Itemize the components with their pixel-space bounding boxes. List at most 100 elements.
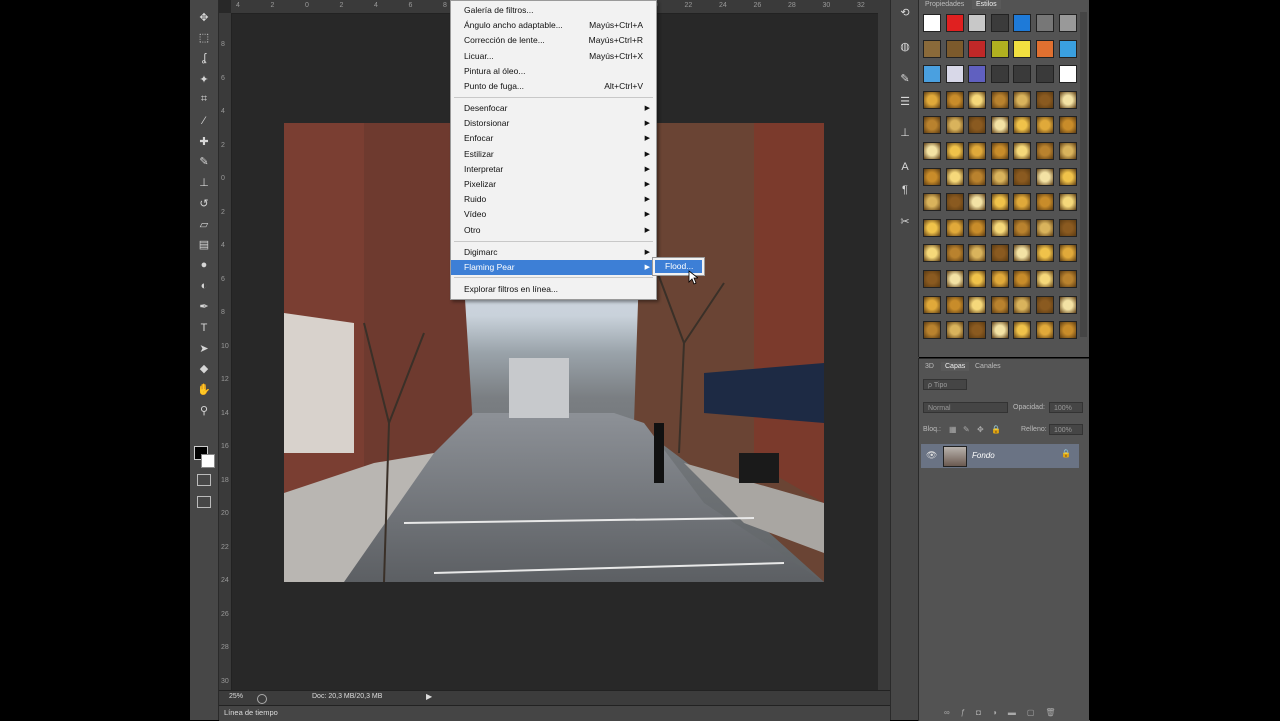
blend-mode-select[interactable]: Normal bbox=[923, 402, 1008, 413]
style-swatch[interactable] bbox=[1036, 39, 1054, 58]
style-swatch[interactable] bbox=[968, 65, 987, 84]
style-swatch[interactable] bbox=[968, 244, 987, 263]
style-swatch[interactable] bbox=[923, 244, 941, 263]
style-swatch[interactable] bbox=[1013, 90, 1032, 109]
menu-item-browse-online[interactable]: Explorar filtros en línea... bbox=[451, 282, 656, 297]
style-swatch[interactable] bbox=[990, 39, 1009, 58]
tab-styles[interactable]: Estilos bbox=[972, 0, 1001, 9]
style-swatch[interactable] bbox=[1036, 142, 1054, 160]
style-swatch[interactable] bbox=[1036, 65, 1054, 84]
style-swatch[interactable] bbox=[1058, 193, 1077, 212]
style-swatch[interactable] bbox=[1036, 244, 1054, 263]
tab-properties[interactable]: Propiedades bbox=[921, 0, 968, 9]
history-icon[interactable]: ⟲ bbox=[898, 6, 912, 20]
style-swatch[interactable] bbox=[1058, 65, 1077, 84]
clone-source-icon[interactable]: ⊥ bbox=[898, 126, 912, 140]
style-swatch[interactable] bbox=[990, 65, 1009, 84]
vertical-scrollbar[interactable] bbox=[878, 0, 890, 705]
character-icon[interactable]: A bbox=[898, 160, 912, 174]
style-swatch[interactable] bbox=[1036, 14, 1054, 32]
healing-brush-tool-icon[interactable]: ✚ bbox=[194, 132, 214, 150]
brush-tool-icon[interactable]: ✎ bbox=[194, 153, 214, 171]
style-swatch[interactable] bbox=[1013, 116, 1032, 135]
style-swatch[interactable] bbox=[1058, 39, 1077, 58]
style-swatch[interactable] bbox=[1036, 218, 1054, 237]
tool-presets-icon[interactable]: ✂ bbox=[898, 215, 912, 229]
brush-presets-icon[interactable]: ✎ bbox=[898, 72, 912, 86]
style-swatch[interactable] bbox=[1036, 116, 1054, 135]
style-swatch[interactable] bbox=[1013, 244, 1032, 263]
pen-tool-icon[interactable]: ✒ bbox=[194, 298, 214, 316]
fx-icon[interactable]: ƒ bbox=[961, 708, 976, 717]
shape-tool-icon[interactable]: ◆ bbox=[194, 360, 214, 378]
styles-scrollbar[interactable] bbox=[1080, 12, 1087, 337]
crop-tool-icon[interactable]: ⌗ bbox=[194, 91, 214, 109]
style-swatch[interactable] bbox=[923, 65, 941, 84]
color-icon[interactable]: ◍ bbox=[898, 40, 912, 54]
lasso-tool-icon[interactable]: ʆ bbox=[194, 49, 214, 67]
style-swatch[interactable] bbox=[1058, 116, 1077, 135]
eyedropper-tool-icon[interactable]: ⁄ bbox=[194, 112, 214, 130]
menu-item[interactable]: Vídeo ▶ bbox=[451, 207, 656, 222]
fill-input[interactable]: 100% bbox=[1049, 424, 1083, 435]
style-swatch[interactable] bbox=[1036, 90, 1054, 109]
style-swatch[interactable] bbox=[990, 90, 1009, 109]
opacity-input[interactable]: 100% bbox=[1049, 402, 1083, 413]
style-swatch[interactable] bbox=[968, 39, 987, 58]
style-swatch[interactable] bbox=[945, 167, 964, 186]
style-swatch[interactable] bbox=[1058, 295, 1077, 314]
status-icon[interactable] bbox=[257, 694, 267, 704]
adjustments-icon[interactable]: ☰ bbox=[898, 95, 912, 109]
style-swatch[interactable] bbox=[1013, 270, 1032, 288]
menu-item[interactable]: Pixelizar ▶ bbox=[451, 177, 656, 192]
style-swatch[interactable] bbox=[1036, 193, 1054, 212]
style-swatch[interactable] bbox=[968, 167, 987, 186]
style-swatch[interactable] bbox=[990, 167, 1009, 186]
new-layer-icon[interactable]: ▢ bbox=[1027, 708, 1046, 717]
style-swatch[interactable] bbox=[1013, 167, 1032, 186]
style-swatch[interactable] bbox=[923, 39, 941, 58]
menu-item[interactable]: Corrección de lente... Mayús+Ctrl+R bbox=[451, 33, 656, 48]
menu-item[interactable]: Ruido ▶ bbox=[451, 192, 656, 207]
style-swatch[interactable] bbox=[945, 142, 964, 160]
dodge-tool-icon[interactable]: ◐ bbox=[194, 277, 214, 295]
style-swatch[interactable] bbox=[990, 14, 1009, 32]
tab-channels[interactable]: Canales bbox=[971, 362, 1005, 371]
menu-item[interactable]: Licuar... Mayús+Ctrl+X bbox=[451, 49, 656, 64]
style-swatch[interactable] bbox=[968, 116, 987, 135]
style-swatch[interactable] bbox=[1036, 321, 1054, 340]
tab-layers[interactable]: Capas bbox=[941, 362, 970, 371]
style-swatch[interactable] bbox=[923, 218, 941, 237]
style-swatch[interactable] bbox=[945, 295, 964, 314]
style-swatch[interactable] bbox=[990, 218, 1009, 237]
style-swatch[interactable] bbox=[923, 90, 941, 109]
style-swatch[interactable] bbox=[945, 65, 964, 84]
style-swatch[interactable] bbox=[1013, 39, 1032, 58]
style-swatch[interactable] bbox=[945, 193, 964, 212]
timeline-label[interactable]: Línea de tiempo bbox=[224, 708, 278, 717]
move-tool-icon[interactable]: ✥ bbox=[194, 8, 214, 26]
style-swatch[interactable] bbox=[923, 193, 941, 212]
status-menu-arrow-icon[interactable]: ▶ bbox=[426, 692, 432, 701]
style-swatch[interactable] bbox=[1013, 321, 1032, 340]
style-swatch[interactable] bbox=[945, 270, 964, 288]
layer-row[interactable]: 👁 Fondo 🔒 bbox=[921, 444, 1079, 468]
paragraph-icon[interactable]: ¶ bbox=[898, 183, 912, 197]
menu-item[interactable]: Enfocar ▶ bbox=[451, 131, 656, 146]
style-swatch[interactable] bbox=[923, 321, 941, 340]
style-swatch[interactable] bbox=[945, 116, 964, 135]
style-swatch[interactable] bbox=[1058, 270, 1077, 288]
style-swatch[interactable] bbox=[968, 193, 987, 212]
style-swatch[interactable] bbox=[990, 193, 1009, 212]
adjustment-layer-icon[interactable]: ◑ bbox=[992, 708, 1008, 717]
style-swatch[interactable] bbox=[923, 142, 941, 160]
style-swatch[interactable] bbox=[990, 116, 1009, 135]
blur-tool-icon[interactable]: ● bbox=[194, 256, 214, 274]
style-swatch[interactable] bbox=[968, 142, 987, 160]
menu-item[interactable]: Digimarc ▶ bbox=[451, 245, 656, 260]
hand-tool-icon[interactable]: ✋ bbox=[194, 381, 214, 399]
lock-transparent-icon[interactable]: ▦ bbox=[949, 425, 957, 434]
lock-all-icon[interactable]: 🔒 bbox=[991, 425, 1001, 434]
menu-item-highlighted[interactable]: Flaming Pear ▶ bbox=[451, 260, 656, 275]
history-brush-tool-icon[interactable]: ↺ bbox=[194, 194, 214, 212]
